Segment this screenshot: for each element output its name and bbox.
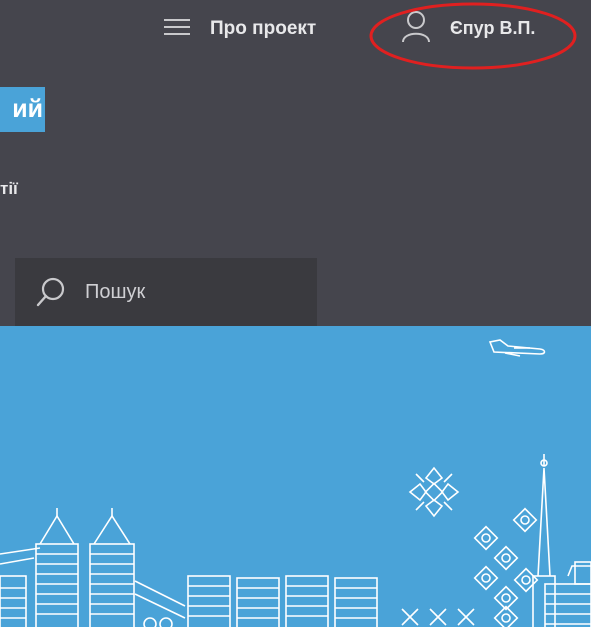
search-box[interactable] bbox=[15, 258, 317, 326]
search-icon[interactable] bbox=[35, 276, 67, 308]
menu-icon bbox=[162, 17, 192, 42]
site-subtitle-fragment: тії bbox=[0, 179, 18, 198]
airplane-icon bbox=[488, 339, 546, 357]
snowflake-ornament-icon bbox=[408, 466, 460, 518]
search-input[interactable] bbox=[83, 279, 287, 305]
about-project-button[interactable]: Про проект bbox=[162, 14, 316, 44]
site-title-fragment: ий bbox=[12, 95, 43, 123]
about-project-label: Про проект bbox=[210, 18, 317, 39]
header-bar: Про проект Єпур В.П. ий тії bbox=[0, 0, 591, 326]
highlight-annotation-ellipse bbox=[369, 2, 577, 70]
site-title-badge[interactable]: ий bbox=[0, 87, 45, 132]
city-skyline-illustration bbox=[0, 339, 591, 627]
city-illustration-banner bbox=[0, 326, 591, 627]
